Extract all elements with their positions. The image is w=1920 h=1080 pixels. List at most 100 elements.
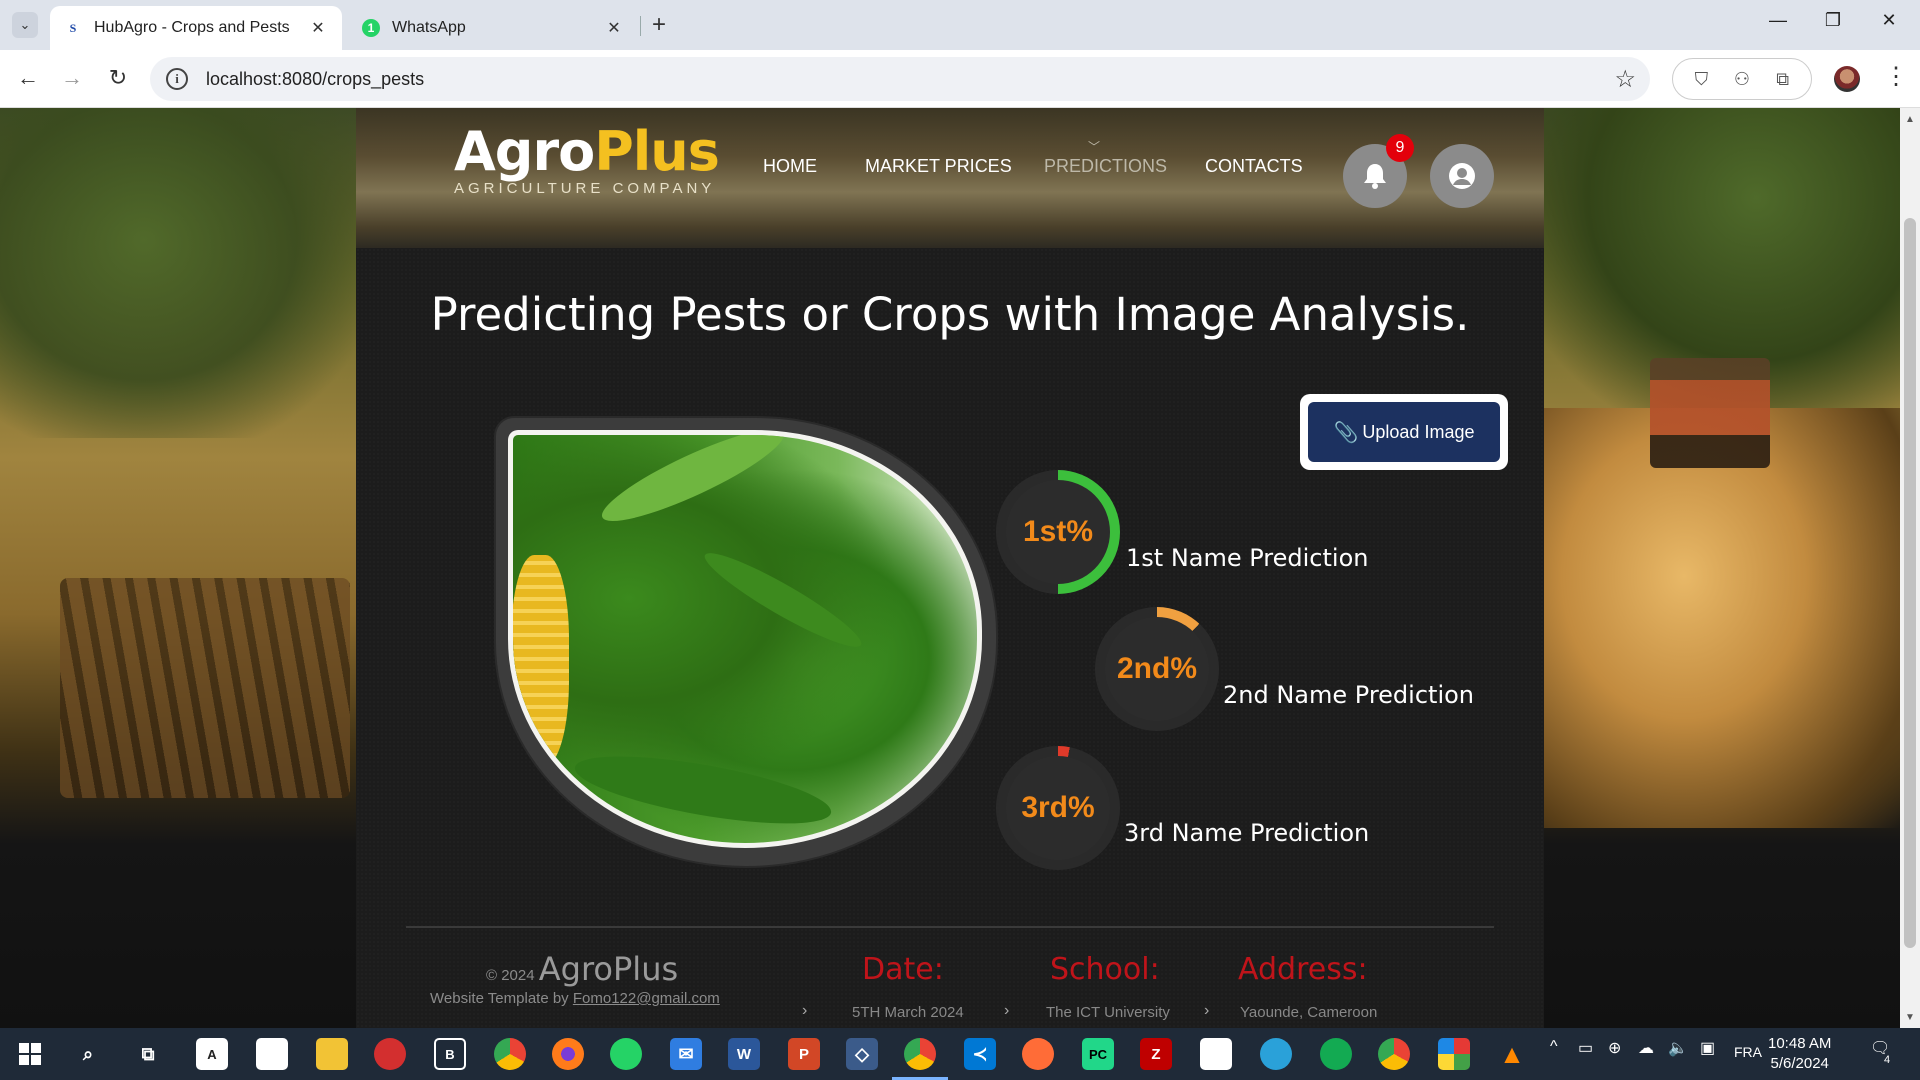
app-icon[interactable]: A [196, 1038, 228, 1070]
chrome-active-icon[interactable] [904, 1038, 936, 1070]
filezilla-icon[interactable]: Z [1140, 1038, 1172, 1070]
copyright-year: © 2024 [486, 967, 535, 984]
site-info-icon[interactable]: i [166, 68, 188, 90]
mongodb-icon[interactable] [1320, 1038, 1352, 1070]
nav-market-prices[interactable]: MARKET PRICES [865, 156, 1012, 177]
meet-icon[interactable]: ▣ [1700, 1038, 1715, 1058]
hubagro-favicon-icon: S [64, 19, 82, 37]
browser-tab-bar: ⌄ S HubAgro - Crops and Pests ✕ 1 WhatsA… [0, 0, 1920, 50]
corn-cob [513, 555, 569, 765]
puzzle-extensions-icon[interactable]: ⧉ [1771, 67, 1795, 91]
bell-icon [1364, 164, 1386, 189]
cloud-icon[interactable]: ☁ [1638, 1038, 1654, 1058]
incognito-extension-icon[interactable]: ⚇ [1730, 67, 1754, 91]
nav-contacts[interactable]: CONTACTS [1205, 156, 1303, 177]
mail-icon[interactable]: ✉ [670, 1038, 702, 1070]
tab-whatsapp[interactable]: 1 WhatsApp ✕ [348, 6, 638, 50]
tray-expand-icon[interactable]: ^ [1550, 1038, 1558, 1056]
telegram-icon[interactable] [1260, 1038, 1292, 1070]
image-preview-frame [496, 418, 996, 866]
copyright: © 2024 AgroPlus [486, 950, 678, 988]
prediction-ring-1: 1st% [996, 470, 1120, 594]
footer-school-value: The ICT University [1046, 1004, 1170, 1021]
back-arrow-icon[interactable]: ← [14, 64, 42, 92]
agroplus-logo[interactable]: AgroPlus AGRICULTURE COMPANY [454, 120, 720, 198]
battery-icon[interactable]: ▭ [1578, 1038, 1593, 1058]
extensions-group: ⛉ ⚇ ⧉ [1672, 58, 1812, 100]
pycharm-icon[interactable]: PC [1082, 1038, 1114, 1070]
chevron-right-icon: › [802, 1002, 808, 1019]
url-text[interactable]: localhost:8080/crops_pests [206, 69, 424, 90]
browser-menu-icon[interactable]: ⋮ [1884, 62, 1908, 91]
footer-divider [406, 926, 1494, 928]
corn-field-image [508, 430, 982, 848]
task-view-icon[interactable]: ⧉ [132, 1038, 164, 1070]
prediction-ring-2: 2nd% [1095, 607, 1219, 731]
template-email-link[interactable]: Fomo122@gmail.com [573, 990, 720, 1007]
notepad-icon[interactable] [256, 1038, 288, 1070]
background-field [1540, 408, 1900, 828]
profile-avatar[interactable] [1834, 66, 1860, 92]
notification-count-badge: 9 [1386, 134, 1414, 162]
windows-start-icon[interactable] [14, 1038, 46, 1070]
volume-icon[interactable]: 🔈 [1668, 1038, 1688, 1058]
whatsapp-icon[interactable] [610, 1038, 642, 1070]
chrome-profile-icon[interactable] [1378, 1038, 1410, 1070]
firefox-icon[interactable] [552, 1038, 584, 1070]
footer-school-heading: School: [1050, 952, 1160, 987]
app-b-icon[interactable]: B [434, 1038, 466, 1070]
word-icon[interactable]: W [728, 1038, 760, 1070]
forward-arrow-icon[interactable]: → [58, 64, 86, 92]
footer-date-value: 5TH March 2024 [852, 1004, 964, 1021]
postman-icon[interactable] [1022, 1038, 1054, 1070]
tab-hubagro[interactable]: S HubAgro - Crops and Pests ✕ [50, 6, 342, 50]
logo-plus-text: Plus [594, 120, 720, 183]
document-icon[interactable] [1200, 1038, 1232, 1070]
system-clock[interactable]: 10:48 AM 5/6/2024 [1768, 1034, 1831, 1074]
scroll-down-arrow-icon[interactable]: ▼ [1905, 1012, 1915, 1023]
upload-image-button[interactable]: 📎 Upload Image [1308, 402, 1500, 462]
bookmark-star-icon[interactable]: ☆ [1614, 65, 1636, 94]
footer-brand: AgroPlus [538, 950, 679, 988]
file-explorer-icon[interactable] [316, 1038, 348, 1070]
nav-home[interactable]: HOME [763, 156, 817, 177]
nav-predictions[interactable]: PREDICTIONS [1044, 156, 1167, 177]
user-account-button[interactable] [1430, 144, 1494, 208]
footer-address-value: Yaounde, Cameroon [1240, 1004, 1378, 1021]
template-credit: Website Template by Fomo122@gmail.com [430, 990, 720, 1007]
footer-date-heading: Date: [862, 952, 944, 987]
prediction-label-1: 1st Name Prediction [1126, 544, 1369, 572]
media-app-icon[interactable] [374, 1038, 406, 1070]
chrome-icon[interactable] [494, 1038, 526, 1070]
paperclip-icon: 📎 [1333, 421, 1359, 444]
tab-search-button[interactable]: ⌄ [12, 12, 38, 38]
minimize-icon[interactable]: — [1763, 10, 1793, 31]
vlc-icon[interactable]: ▲ [1496, 1038, 1528, 1070]
virtualbox-icon[interactable]: ◇ [846, 1038, 878, 1070]
colorful-app-icon[interactable] [1438, 1038, 1470, 1070]
scrollbar-thumb[interactable] [1904, 218, 1916, 948]
address-bar: ← → ↻ i localhost:8080/crops_pests ☆ ⛉ ⚇… [0, 50, 1920, 108]
chevron-down-icon: ﹀ [1088, 140, 1101, 154]
url-omnibox[interactable]: i localhost:8080/crops_pests ☆ [150, 57, 1650, 101]
prediction-rank-3: 3rd% [1006, 756, 1110, 860]
powerpoint-icon[interactable]: P [788, 1038, 820, 1070]
page-title: Predicting Pests or Crops with Image Ana… [430, 288, 1470, 341]
search-icon[interactable]: ⌕ [72, 1038, 104, 1070]
windows-taskbar: ⌕ ⧉ A B ✉ W P ◇ ≺ PC Z ▲ ^ ▭ ⊕ ☁ 🔈 ▣ FRA… [0, 1028, 1920, 1080]
page-scrollbar[interactable]: ▲ ▼ [1900, 108, 1920, 1028]
shield-extension-icon[interactable]: ⛉ [1689, 67, 1713, 91]
main-content-panel: AgroPlus AGRICULTURE COMPANY HOME MARKET… [356, 108, 1544, 1028]
upload-label: Upload Image [1362, 421, 1475, 442]
scroll-up-arrow-icon[interactable]: ▲ [1905, 114, 1915, 125]
restore-icon[interactable]: ❐ [1818, 10, 1848, 31]
close-window-icon[interactable]: ✕ [1874, 10, 1904, 31]
language-indicator[interactable]: FRA [1734, 1044, 1762, 1060]
logo-subtitle: AGRICULTURE COMPANY [454, 180, 716, 197]
close-tab-icon[interactable]: ✕ [604, 18, 624, 38]
reload-icon[interactable]: ↻ [104, 64, 132, 92]
new-tab-button[interactable]: + [652, 12, 666, 38]
vscode-icon[interactable]: ≺ [964, 1038, 996, 1070]
globe-icon[interactable]: ⊕ [1608, 1038, 1621, 1058]
close-tab-icon[interactable]: ✕ [308, 18, 328, 38]
